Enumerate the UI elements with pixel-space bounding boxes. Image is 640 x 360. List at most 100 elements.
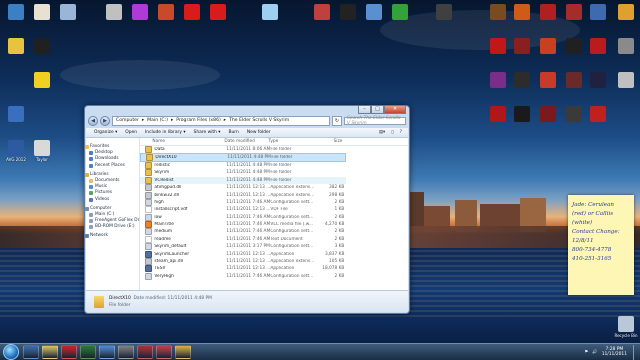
file-row[interactable]: Data 11/11/2011 8:06 AM File folder [140, 146, 409, 154]
minimize-button[interactable]: – [358, 106, 371, 114]
nav-item[interactable]: Network [85, 233, 139, 239]
file-row[interactable]: VCRedist 11/11/2011 4:48 PM File folder [140, 176, 347, 184]
desktop-shortcut[interactable] [612, 38, 640, 54]
breadcrumb-separator-icon[interactable]: ▸ [171, 118, 173, 123]
share-with-button[interactable]: Share with ▾ [194, 130, 221, 135]
taskbar-app-button[interactable] [23, 345, 39, 359]
forward-button[interactable]: ▶ [100, 115, 110, 126]
include-in-library-button[interactable]: Include in library ▾ [145, 130, 186, 135]
clock[interactable]: 7:28 PM 11/11/2011 [602, 347, 627, 357]
desktop-shortcut[interactable] [534, 106, 562, 122]
address-bar[interactable]: Computer ▸ Main (C:) ▸ Program Files (x86) ▸ T… [112, 115, 330, 126]
help-icon[interactable]: ? [400, 130, 402, 135]
column-type[interactable]: Type [268, 138, 314, 145]
desktop-shortcut[interactable] [534, 72, 562, 88]
desktop-shortcut[interactable] [584, 106, 612, 122]
desktop-shortcut[interactable] [28, 38, 56, 54]
desktop-shortcut[interactable] [508, 38, 536, 54]
file-row[interactable]: readme 11/11/2011 7:46 AM Text Document 2 K… [140, 235, 409, 243]
file-row[interactable]: SkyrimLauncher 11/11/2011 12:13 ... Applic… [140, 250, 409, 258]
explorer-window[interactable]: – □ ✕ ◀ ▶ Computer ▸ Main (C:) ▸ Program Fil… [84, 105, 410, 314]
preview-pane-icon[interactable]: ▯ [391, 130, 393, 135]
flag-icon[interactable]: ⚑ [584, 350, 588, 355]
taskbar-app-button[interactable] [99, 345, 115, 359]
column-date-modified[interactable]: Date modified [224, 138, 268, 145]
desktop-shortcut[interactable] [584, 4, 612, 20]
breadcrumb-item[interactable]: Program Files (x86) [176, 118, 221, 123]
breadcrumb-item[interactable]: The Elder Scrolls V Skyrim [229, 118, 289, 123]
desktop-shortcut[interactable] [584, 72, 612, 88]
file-row[interactable]: TESV 11/11/2011 12:13 ... Application 18,07… [140, 265, 409, 273]
column-size[interactable]: Size [314, 138, 343, 145]
desktop-shortcut[interactable] [126, 4, 154, 20]
file-row[interactable]: VeryHigh 11/11/2011 7:46 AM Configuration … [140, 272, 409, 280]
desktop-shortcut[interactable] [334, 4, 362, 20]
desktop-shortcut[interactable] [2, 4, 30, 20]
desktop-shortcut[interactable] [178, 4, 206, 20]
file-row[interactable]: steam_api.dll 11/11/2011 12:13 ... Applica… [140, 258, 409, 266]
desktop-shortcut[interactable] [430, 4, 458, 20]
new-folder-button[interactable]: New folder [247, 130, 271, 135]
column-name[interactable]: Name [152, 138, 224, 145]
nav-item[interactable]: Videos [86, 197, 139, 203]
close-button[interactable]: ✕ [384, 106, 406, 114]
taskbar-app-button[interactable] [118, 345, 134, 359]
file-row[interactable]: Skyrim_default 11/11/2011 3:17 PM Configur… [140, 243, 409, 251]
desktop-shortcut[interactable] [534, 38, 562, 54]
search-input[interactable]: Search The Elder Scrolls V Skyrim [344, 116, 406, 126]
desktop-shortcut[interactable] [308, 4, 336, 20]
refresh-button[interactable]: ↻ [332, 115, 342, 126]
desktop-shortcut[interactable] [2, 38, 30, 54]
desktop-shortcut[interactable] [54, 4, 82, 20]
breadcrumb-item[interactable]: Computer [116, 118, 139, 123]
desktop-shortcut[interactable]: AVG 2012 [2, 140, 30, 162]
taskbar-app-button[interactable] [156, 345, 172, 359]
maximize-button[interactable]: □ [371, 106, 384, 114]
breadcrumb-item[interactable]: Main (C:) [147, 118, 168, 123]
file-row[interactable]: binkw32.dll 11/11/2011 12:13 ... Applicati… [140, 191, 409, 199]
nav-item[interactable]: Recent Places [86, 163, 139, 169]
desktop-shortcut[interactable] [360, 4, 388, 20]
file-row[interactable]: high 11/11/2011 7:46 AM Configuration sett… [140, 198, 409, 206]
show-desktop-button[interactable] [633, 344, 640, 360]
back-button[interactable]: ◀ [88, 115, 98, 126]
desktop-shortcut[interactable] [508, 72, 536, 88]
file-row[interactable]: Skyrim 11/11/2011 4:48 PM File folder [140, 169, 409, 177]
desktop-shortcut[interactable]: Recycle Bin [612, 316, 640, 338]
desktop-shortcut[interactable] [28, 4, 56, 20]
desktop-shortcut[interactable] [204, 4, 232, 20]
burn-button[interactable]: Burn [229, 130, 239, 135]
breadcrumb-separator-icon[interactable]: ▸ [224, 118, 226, 123]
file-row[interactable]: installscript.vdf 11/11/2011 12:13 ... VDF… [140, 206, 409, 214]
volume-icon[interactable]: 🔊 [592, 350, 597, 355]
view-options-icon[interactable]: ▤▾ [379, 130, 385, 135]
desktop-shortcut[interactable] [256, 4, 284, 20]
taskbar-app-button[interactable] [80, 345, 96, 359]
desktop-shortcut[interactable] [612, 4, 640, 20]
desktop-shortcut[interactable] [100, 4, 128, 20]
desktop-shortcut[interactable] [152, 4, 180, 20]
organize-button[interactable]: Organize ▾ [94, 130, 117, 135]
window-caption[interactable]: – □ ✕ [85, 106, 409, 114]
taskbar-app-button[interactable] [175, 345, 191, 359]
taskbar-app-button[interactable] [61, 345, 77, 359]
desktop-shortcut[interactable] [2, 106, 30, 122]
taskbar-app-button[interactable] [137, 345, 153, 359]
file-row[interactable]: low 11/11/2011 7:46 AM Configuration sett.… [140, 213, 409, 221]
sticky-note[interactable]: Jade: Cerulean (red) or Calliis (white) Con… [568, 195, 634, 295]
start-button[interactable] [3, 344, 19, 360]
desktop-shortcut[interactable] [584, 38, 612, 54]
file-row[interactable]: MainTitle 11/11/2011 7:46 AM VLC media fil… [140, 221, 409, 229]
desktop-shortcut[interactable] [386, 4, 414, 20]
breadcrumb-separator-icon[interactable]: ▸ [142, 118, 144, 123]
open-button[interactable]: Open [125, 130, 137, 135]
desktop-shortcut[interactable] [28, 72, 56, 88]
desktop-shortcut[interactable] [508, 106, 536, 122]
desktop-shortcut[interactable] [534, 4, 562, 20]
nav-item[interactable]: BD-ROM Drive (E:) [86, 224, 139, 230]
desktop-shortcut[interactable] [612, 72, 640, 88]
file-row[interactable]: redistic 11/11/2011 4:48 PM File folder [140, 161, 409, 169]
file-row[interactable]: DirectX10 11/11/2011 4:48 PM File folder [140, 153, 347, 162]
desktop-shortcut[interactable] [508, 4, 536, 20]
desktop-shortcut[interactable]: Taylor [28, 140, 56, 162]
